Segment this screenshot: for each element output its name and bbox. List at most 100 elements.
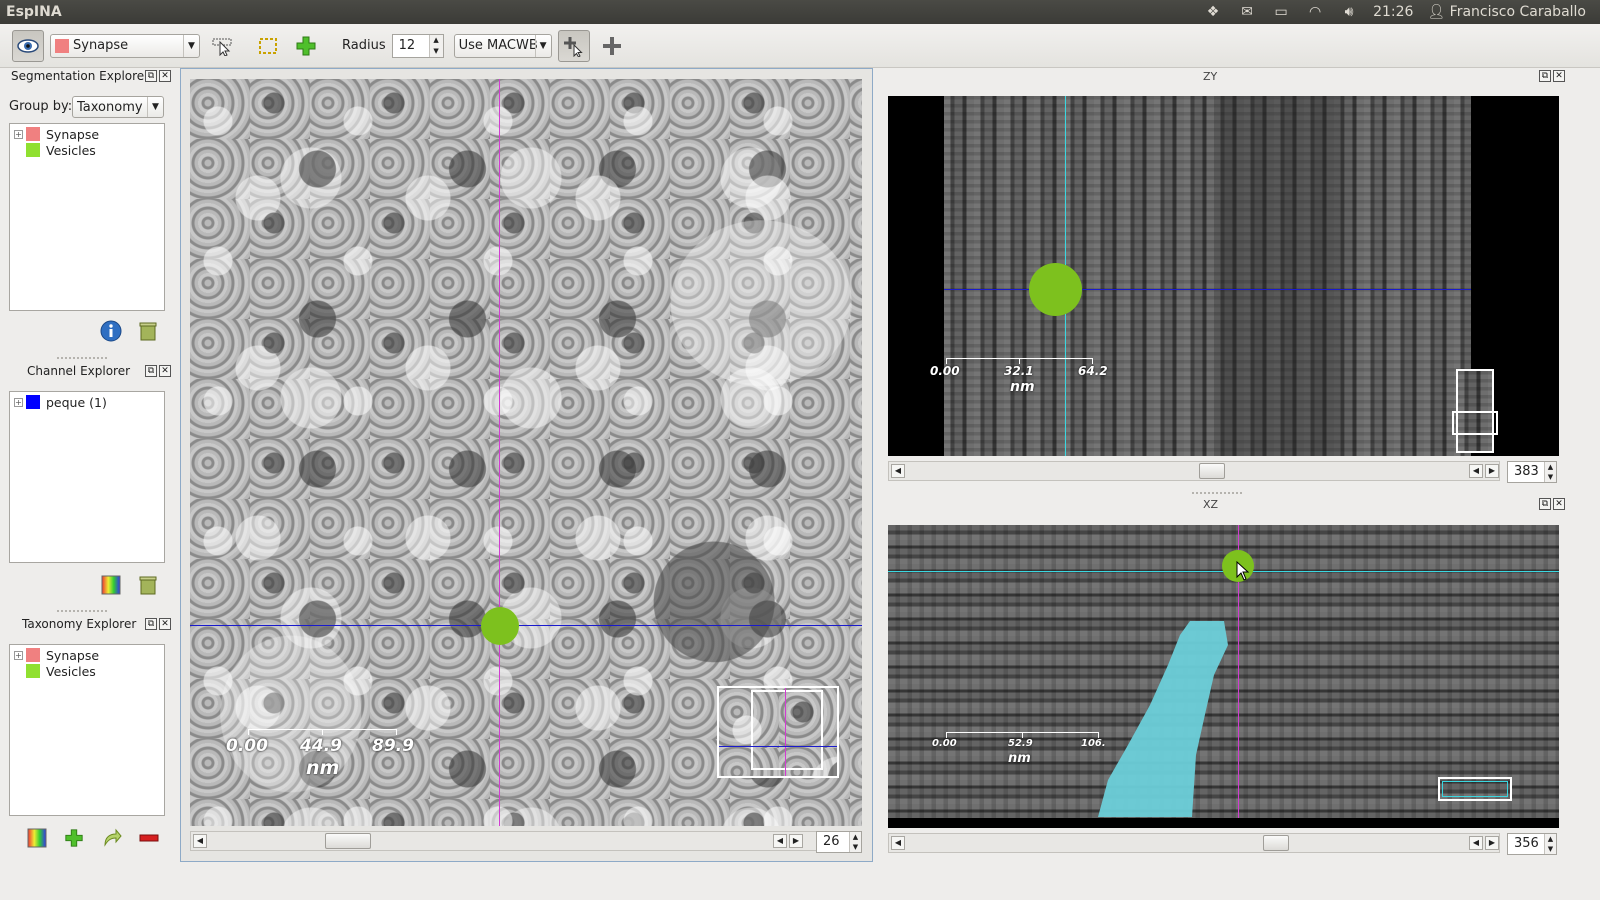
minimap-viewport[interactable] <box>1452 411 1498 435</box>
scroll-right-icon[interactable]: ▶ <box>789 834 803 848</box>
zy-horizontal-scrollbar[interactable]: ◀ ◀ ▶ <box>888 461 1500 481</box>
scroll-left-icon[interactable]: ◀ <box>193 834 207 848</box>
float-icon[interactable]: ⧉ <box>145 365 157 377</box>
channel-tree[interactable]: + peque (1) <box>9 391 165 563</box>
xz-horizontal-scrollbar[interactable]: ◀ ◀ ▶ <box>888 833 1500 853</box>
view-separator[interactable] <box>1192 492 1242 494</box>
tree-item-label: Synapse <box>46 126 100 142</box>
spin-arrows-icon[interactable]: ▲ ▼ <box>1544 834 1556 854</box>
scrollbar-thumb[interactable] <box>325 833 371 849</box>
roi-selection-button[interactable] <box>252 30 284 62</box>
close-icon[interactable]: ✕ <box>159 618 171 630</box>
crosshair-horizontal <box>944 289 1471 290</box>
panel-separator[interactable] <box>57 357 107 359</box>
tree-item-label: Synapse <box>46 647 100 663</box>
pick-tool-button[interactable] <box>206 30 238 62</box>
scale-unit: nm <box>1010 379 1035 395</box>
scale-label-0: 0.00 <box>932 738 957 749</box>
expand-icon[interactable]: + <box>14 129 23 139</box>
tree-item-synapse[interactable]: + Synapse <box>10 647 164 663</box>
scrollbar-thumb[interactable] <box>1199 463 1225 479</box>
volume-icon[interactable]: 🔊︎ <box>1339 4 1359 20</box>
unload-channel-button[interactable] <box>136 573 160 597</box>
crosshair-horizontal <box>190 625 862 626</box>
float-icon[interactable]: ⧉ <box>145 70 157 82</box>
xz-slice-spinbox[interactable]: 356 ▲ ▼ <box>1507 833 1557 855</box>
group-by-selector[interactable]: Taxonomy ▼ <box>72 96 164 118</box>
tree-item-synapse[interactable]: + Synapse <box>10 126 164 142</box>
close-icon[interactable]: ✕ <box>1553 498 1565 510</box>
wifi-icon[interactable]: ◠ <box>1305 4 1325 20</box>
color-swatch <box>26 395 40 409</box>
radius-value: 12 <box>398 38 416 53</box>
float-icon[interactable]: ⧉ <box>1539 498 1551 510</box>
tree-item-vesicles[interactable]: Vesicles <box>10 663 164 679</box>
radius-label: Radius <box>342 38 386 53</box>
float-icon[interactable]: ⧉ <box>145 618 157 630</box>
taxonomy-explorer-dock-controls: ⧉ ✕ <box>145 618 171 630</box>
zy-view-canvas[interactable]: 0.00 32.1 64.2 nm <box>888 96 1559 456</box>
spin-arrows-icon[interactable]: ▲ ▼ <box>428 34 443 57</box>
minimap-viewport[interactable] <box>1442 781 1508 797</box>
zy-slice-spinbox[interactable]: 383 ▲ ▼ <box>1507 461 1557 483</box>
remove-taxonomy-button[interactable] <box>137 826 161 850</box>
clock[interactable]: 21:26 <box>1373 4 1413 20</box>
channel-color-button[interactable] <box>99 573 123 597</box>
panel-separator[interactable] <box>57 610 107 612</box>
scroll-left-icon[interactable]: ◀ <box>891 464 905 478</box>
close-icon[interactable]: ✕ <box>159 70 171 82</box>
spin-arrows-icon[interactable]: ▲ ▼ <box>1544 462 1556 482</box>
scroll-left-icon[interactable]: ◀ <box>1469 464 1483 478</box>
scroll-right-icon[interactable]: ▶ <box>1485 836 1499 850</box>
expand-icon[interactable]: + <box>14 650 23 660</box>
mail-icon[interactable]: ✉ <box>1237 4 1257 20</box>
zy-image <box>944 96 1471 456</box>
add-segmentation-button[interactable] <box>290 30 322 62</box>
dropbox-icon[interactable]: ❖ <box>1203 4 1223 20</box>
filter-selector[interactable]: Use MACWB ▼ <box>453 33 552 58</box>
add-taxonomy-button[interactable] <box>62 826 86 850</box>
toggle-visibility-button[interactable] <box>12 29 44 62</box>
crosshair-tool-button[interactable] <box>596 30 628 62</box>
segmentation-seed[interactable] <box>1029 263 1082 316</box>
close-icon[interactable]: ✕ <box>1553 70 1565 82</box>
scale-label-0: 0.00 <box>930 364 960 378</box>
scroll-left-icon[interactable]: ◀ <box>891 836 905 850</box>
tree-item-vesicles[interactable]: Vesicles <box>10 142 164 158</box>
segmentation-selector[interactable]: Synapse ▼ <box>50 33 200 58</box>
scrollbar-thumb[interactable] <box>1263 835 1289 851</box>
scale-unit: nm <box>306 757 340 779</box>
segmentation-tree[interactable]: + Synapse Vesicles <box>9 123 165 311</box>
expand-icon[interactable]: + <box>14 397 23 407</box>
info-button[interactable] <box>99 319 123 343</box>
trash-icon <box>139 322 157 341</box>
taxonomy-color-button[interactable] <box>25 826 49 850</box>
xz-view-canvas[interactable]: 0.00 52.9 106. nm <box>888 525 1559 828</box>
minimap[interactable] <box>717 686 839 778</box>
system-top-bar: EspINA ❖ ✉ ▭ ◠ 🔊︎ 21:26 👤︎ Francisco Car… <box>0 0 1600 24</box>
tree-item-channel[interactable]: + peque (1) <box>10 394 164 410</box>
close-icon[interactable]: ✕ <box>159 365 171 377</box>
scale-label-2: 106. <box>1081 738 1106 749</box>
tree-item-label: Vesicles <box>46 142 96 158</box>
xy-slice-spinbox[interactable]: 26 ▲ ▼ <box>816 831 862 853</box>
float-icon[interactable]: ⧉ <box>1539 70 1551 82</box>
spin-arrows-icon[interactable]: ▲ ▼ <box>849 832 861 852</box>
seed-tool-button[interactable] <box>557 29 590 62</box>
minimap-viewport[interactable] <box>751 690 823 770</box>
crosshair-icon <box>602 36 621 55</box>
scroll-left-icon[interactable]: ◀ <box>1469 836 1483 850</box>
minimap[interactable] <box>1452 369 1498 453</box>
radius-spinbox[interactable]: 12 ▲ ▼ <box>391 33 444 58</box>
taxonomy-tree[interactable]: + Synapse Vesicles <box>9 644 165 816</box>
segmentation-seed[interactable] <box>481 607 519 645</box>
scroll-left-icon[interactable]: ◀ <box>773 834 787 848</box>
user-menu[interactable]: 👤︎ Francisco Caraballo <box>1427 4 1586 20</box>
minimap[interactable] <box>1438 777 1512 801</box>
battery-icon[interactable]: ▭ <box>1271 4 1291 20</box>
xy-view-canvas[interactable]: 0.00 44.9 89.9 nm <box>190 79 862 826</box>
add-subtaxonomy-button[interactable] <box>100 826 124 850</box>
scroll-right-icon[interactable]: ▶ <box>1485 464 1499 478</box>
delete-segmentation-button[interactable] <box>136 319 160 343</box>
xy-horizontal-scrollbar[interactable]: ◀ ◀ ▶ <box>190 831 862 851</box>
